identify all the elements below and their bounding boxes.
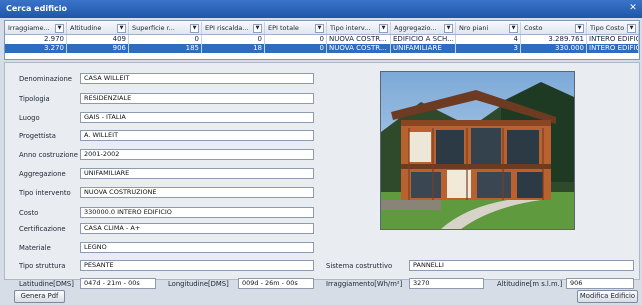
label-irraggiamento: Irraggiamento[Wh/m²] xyxy=(326,280,403,288)
close-icon[interactable]: ✕ xyxy=(628,3,638,14)
label-luogo: Luogo xyxy=(19,114,40,122)
column-header[interactable]: EPI riscalda... ▼ xyxy=(202,22,265,34)
table-row[interactable]: 2.970 409 0 0 0 NUOVA COSTR... EDIFICIO A SCH.… xyxy=(5,35,639,44)
table-cell: EDIFICIO A SCH... xyxy=(391,35,456,44)
label-aggregazione: Aggregazione xyxy=(19,170,66,178)
table-cell: 3.270 xyxy=(5,44,67,53)
table-cell: 0 xyxy=(265,35,327,44)
label-costo: Costo xyxy=(19,209,39,217)
table-cell: 0 xyxy=(129,35,202,44)
building-photo xyxy=(380,71,575,230)
chevron-down-icon[interactable]: ▼ xyxy=(575,24,584,33)
column-header[interactable]: Superficie r... ▼ xyxy=(129,22,202,34)
column-header-label: Altitudine xyxy=(70,24,102,32)
chevron-down-icon[interactable]: ▼ xyxy=(315,24,324,33)
table-cell: INTERO EDIFICIO xyxy=(587,35,639,44)
irraggiamento-field[interactable]: 3270 xyxy=(409,278,484,289)
table-row-selected[interactable]: 3.270 906 185 18 0 NUOVA COSTR... UNIFAMILIARE… xyxy=(5,44,639,53)
anno-field[interactable]: 2001-2002 xyxy=(80,149,314,160)
table-cell: INTERO EDIFICIO xyxy=(587,44,639,53)
column-header[interactable]: Altitudine ▼ xyxy=(67,22,129,34)
label-materiale: Materiale xyxy=(19,244,51,252)
table-cell: 409 xyxy=(67,35,129,44)
label-anno: Anno costruzione xyxy=(19,151,78,159)
table-cell: NUOVA COSTR... xyxy=(327,35,391,44)
column-header[interactable]: EPI totale ▼ xyxy=(265,22,327,34)
table-cell: 185 xyxy=(129,44,202,53)
table-cell: 0 xyxy=(265,44,327,53)
label-denominazione: Denominazione xyxy=(19,75,72,83)
label-longitudine: Longitudine[DMS] xyxy=(168,280,229,288)
column-header[interactable]: Tipo Costo ▼ xyxy=(587,22,639,34)
table-cell: 18 xyxy=(202,44,265,53)
tipo-struttura-field[interactable]: PESANTE xyxy=(80,260,314,271)
column-header-label: Superficie r... xyxy=(132,24,175,32)
tipo-intervento-field[interactable]: NUOVA COSTRUZIONE xyxy=(80,187,314,198)
label-latitudine: Latitudine[DMS] xyxy=(19,280,74,288)
longitudine-field[interactable]: 009d - 26m - 00s xyxy=(238,278,314,289)
label-tipo-intervento: Tipo intervento xyxy=(19,189,71,197)
column-header[interactable]: Aggregazio... ▼ xyxy=(391,22,456,34)
luogo-field[interactable]: GAIS - ITALIA xyxy=(80,112,314,123)
chevron-down-icon[interactable]: ▼ xyxy=(627,24,636,33)
sistema-costruttivo-field[interactable]: PANNELLI xyxy=(409,260,634,271)
chevron-down-icon[interactable]: ▼ xyxy=(117,24,126,33)
certificazione-field[interactable]: CASA CLIMA - A+ xyxy=(80,223,314,234)
column-header-label: Tipo Costo xyxy=(590,24,625,32)
latitudine-field[interactable]: 047d - 21m - 00s xyxy=(80,278,156,289)
grid-header-row: Irraggiame... ▼ Altitudine ▼ Superficie r...… xyxy=(5,22,639,35)
table-cell: 3.289.761 xyxy=(521,35,587,44)
chevron-down-icon[interactable]: ▼ xyxy=(509,24,518,33)
column-header[interactable]: Irraggiame... ▼ xyxy=(5,22,67,34)
results-grid[interactable]: Irraggiame... ▼ Altitudine ▼ Superficie r...… xyxy=(4,20,640,60)
label-progettista: Progettista xyxy=(19,132,56,140)
progettista-field[interactable]: A. WILLEIT xyxy=(80,130,314,141)
chevron-down-icon[interactable]: ▼ xyxy=(55,24,64,33)
chevron-down-icon[interactable]: ▼ xyxy=(253,24,262,33)
window-title: Cerca edificio xyxy=(6,4,67,13)
genera-pdf-button[interactable]: Genera Pdf xyxy=(14,290,65,303)
column-header[interactable]: Costo ▼ xyxy=(521,22,587,34)
label-altitudine: Altitudine[m s.l.m.] xyxy=(497,280,563,288)
column-header-label: Nro piani xyxy=(459,24,489,32)
chevron-down-icon[interactable]: ▼ xyxy=(379,24,388,33)
building-photo-image xyxy=(381,72,574,229)
column-header-label: EPI riscalda... xyxy=(205,24,249,32)
column-header-label: Tipo interv... xyxy=(330,24,371,32)
label-tipo-struttura: Tipo struttura xyxy=(19,262,66,270)
window-titlebar: Cerca edificio ✕ xyxy=(0,0,642,18)
label-sistema-costruttivo: Sistema costruttivo xyxy=(326,262,393,270)
tipologia-field[interactable]: RESIDENZIALE xyxy=(80,93,314,104)
column-header-label: Irraggiame... xyxy=(8,24,50,32)
chevron-down-icon[interactable]: ▼ xyxy=(444,24,453,33)
table-cell: 3 xyxy=(456,44,521,53)
column-header-label: Aggregazio... xyxy=(394,24,437,32)
label-certificazione: Certificazione xyxy=(19,225,66,233)
costo-field[interactable]: 330000.0 INTERO EDIFICIO xyxy=(80,207,314,218)
denominazione-field[interactable]: CASA WILLEIT xyxy=(80,73,314,84)
materiale-field[interactable]: LEGNO xyxy=(80,242,314,253)
altitudine-field[interactable]: 906 xyxy=(566,278,634,289)
column-header[interactable]: Tipo interv... ▼ xyxy=(327,22,391,34)
table-cell: 2.970 xyxy=(5,35,67,44)
chevron-down-icon[interactable]: ▼ xyxy=(190,24,199,33)
column-header[interactable]: Nro piani ▼ xyxy=(456,22,521,34)
table-cell: 0 xyxy=(202,35,265,44)
modifica-edificio-button[interactable]: Modifica Edificio xyxy=(577,290,638,303)
aggregazione-field[interactable]: UNIFAMILIARE xyxy=(80,168,314,179)
table-cell: 906 xyxy=(67,44,129,53)
table-cell: 4 xyxy=(456,35,521,44)
table-cell: UNIFAMILIARE xyxy=(391,44,456,53)
table-cell: NUOVA COSTR... xyxy=(327,44,391,53)
table-cell: 330.000 xyxy=(521,44,587,53)
column-header-label: EPI totale xyxy=(268,24,299,32)
column-header-label: Costo xyxy=(524,24,543,32)
label-tipologia: Tipologia xyxy=(19,95,50,103)
